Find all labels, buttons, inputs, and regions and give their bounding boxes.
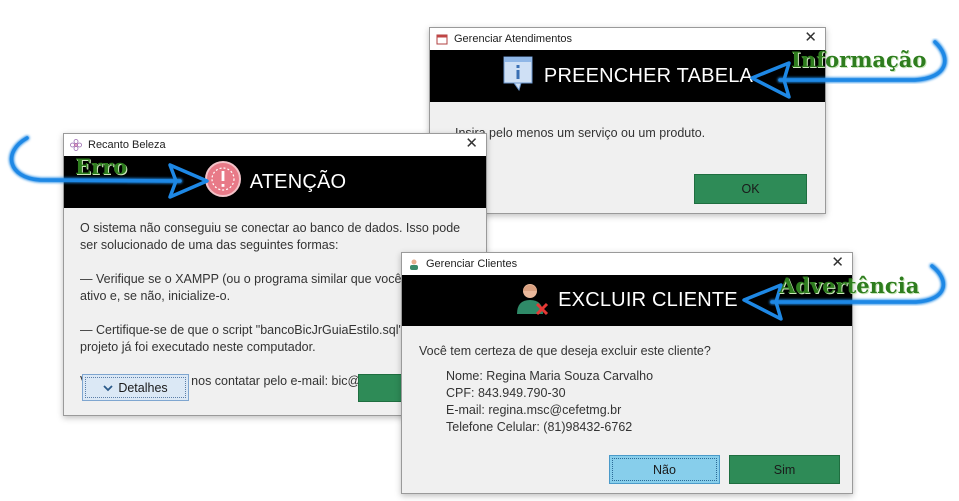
error-callout-label: Erro [75, 154, 128, 179]
error-paragraph: O sistema não conseguiu se conectar ao b… [80, 221, 461, 252]
error-banner: ATENÇÃO [64, 156, 486, 208]
warning-callout-label: Advertência [779, 273, 920, 298]
info-icon [502, 53, 536, 99]
details-label: Detalhes [118, 380, 168, 395]
error-banner-title: ATENÇÃO [249, 170, 347, 193]
info-message: Insira pelo menos um serviço ou um produ… [455, 126, 706, 140]
client-field: E-mail: regina.msc@cefetmg.br [446, 403, 622, 417]
info-banner-title: PREENCHER TABELA [543, 64, 754, 87]
no-button[interactable]: Não [609, 455, 720, 484]
client-field: Nome: Regina Maria Souza Carvalho [446, 369, 654, 383]
info-window-title: Gerenciar Atendimentos [454, 33, 573, 45]
close-icon[interactable]: ✕ [804, 30, 817, 46]
client-details: Nome: Regina Maria Souza Carvalho CPF: 8… [446, 368, 653, 436]
screenshot-stage: Gerenciar Atendimentos ✕ PREENCHER TABEL… [0, 0, 959, 501]
close-icon[interactable]: ✕ [465, 136, 478, 152]
details-button[interactable]: Detalhes [82, 374, 189, 401]
chevron-down-icon [103, 381, 113, 395]
warning-banner-title: EXCLUIR CLIENTE [558, 289, 738, 311]
client-field: CPF: 843.949.790-30 [446, 386, 566, 400]
error-titlebar: Recanto Beleza ✕ [64, 134, 486, 156]
info-callout-label: Informação [791, 47, 927, 72]
client-field: Telefone Celular: (81)98432-6762 [446, 420, 633, 434]
info-titlebar: Gerenciar Atendimentos ✕ [430, 28, 825, 50]
window-app-icon [436, 33, 448, 45]
yes-button[interactable]: Sim [729, 455, 840, 484]
info-banner: PREENCHER TABELA [430, 50, 825, 102]
close-icon[interactable]: ✕ [831, 255, 844, 271]
flower-app-icon [70, 139, 82, 151]
warning-titlebar: Gerenciar Clientes ✕ [402, 253, 852, 275]
error-window-title: Recanto Beleza [88, 139, 166, 151]
user-app-icon [408, 258, 420, 270]
warning-window-title: Gerenciar Clientes [426, 258, 518, 270]
ok-button[interactable]: OK [694, 174, 807, 204]
error-icon [204, 160, 242, 204]
user-remove-icon [516, 280, 550, 322]
info-dialog: Gerenciar Atendimentos ✕ PREENCHER TABEL… [429, 27, 826, 214]
warning-question: Você tem certeza de que deseja excluir e… [419, 344, 711, 358]
